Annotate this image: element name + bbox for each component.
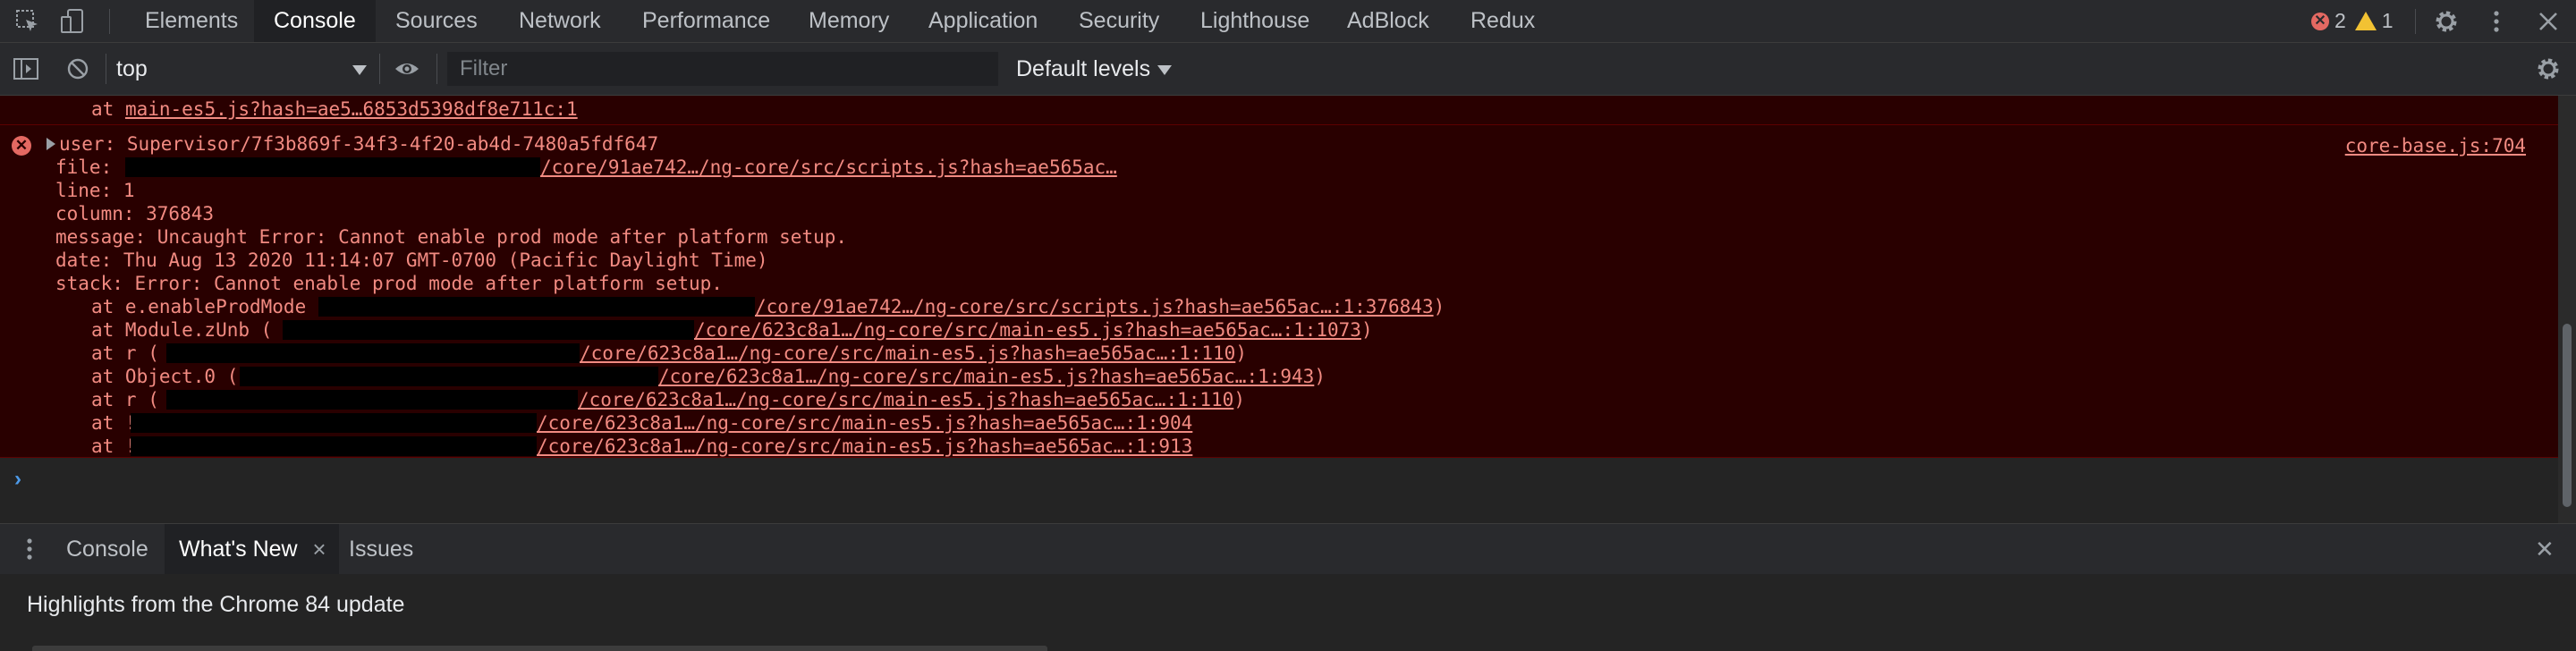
stack-frame: at Module.zUnb (	[91, 318, 272, 342]
file-label: file:	[55, 156, 113, 178]
error-header[interactable]: user: Supervisor/7f3b869f-34f3-4f20-ab4d…	[59, 132, 658, 156]
stack-frame-prefix: at e.enableProdMode	[91, 296, 307, 317]
console-messages[interactable]: at main-es5.js?hash=ae5…6853d5398df8e711…	[0, 96, 2576, 523]
redacted-text	[283, 320, 694, 340]
stack-frame: at r (	[91, 342, 159, 365]
error-line-number: line: 1	[55, 180, 135, 201]
toolbar-divider	[436, 54, 437, 84]
chevron-down-icon	[1157, 64, 1173, 75]
settings-gear-icon[interactable]	[2433, 8, 2460, 35]
context-select[interactable]: top	[116, 53, 367, 85]
whats-new-card-edge	[32, 646, 1047, 651]
issue-counters[interactable]: ✕ 2 1	[2311, 0, 2402, 42]
close-drawer-icon[interactable]: ✕	[2535, 524, 2555, 574]
redacted-text	[318, 297, 755, 317]
toolbar-divider	[109, 9, 110, 34]
stack-frame-prefix: at r (	[91, 389, 159, 410]
stack-frame: at main-es5.js?hash=ae5…6853d5398df8e711…	[91, 97, 578, 121]
warning-count: 1	[2381, 9, 2394, 32]
error-message-text: message: Uncaught Error: Cannot enable p…	[55, 226, 848, 248]
drawer-menu-icon[interactable]	[16, 536, 43, 562]
tab-elements[interactable]: Elements	[125, 0, 258, 42]
devtools-tab-bar: Elements Console Sources Network Perform…	[0, 0, 2576, 43]
console-prompt-chevron-icon[interactable]: ›	[14, 467, 21, 492]
whats-new-panel: Highlights from the Chrome 84 update	[0, 574, 2576, 651]
whats-new-heading: Highlights from the Chrome 84 update	[27, 592, 405, 617]
stack-frame-prefix: at Module.zUnb (	[91, 319, 273, 341]
tab-adblock[interactable]: AdBlock	[1327, 0, 1449, 42]
console-toolbar: top Default levels	[0, 43, 2576, 96]
redacted-text	[131, 436, 537, 456]
live-expression-eye-icon[interactable]	[394, 55, 420, 82]
more-options-icon[interactable]	[2483, 8, 2510, 35]
toolbar-divider	[379, 54, 380, 84]
stack-frame: at !	[91, 435, 137, 458]
source-link[interactable]: main-es5.js?hash=ae5…6853d5398df8e711c:1	[125, 98, 578, 120]
stack-frame-link[interactable]: /core/623c8a1…/ng-core/src/main-es5.js?h…	[537, 411, 1192, 435]
stack-frame-prefix: at Object.0 (	[91, 366, 239, 387]
expand-triangle-icon[interactable]	[47, 138, 55, 150]
stack-frame: at Object.0 (	[91, 365, 238, 388]
tab-performance[interactable]: Performance	[623, 0, 790, 42]
error-icon: ✕	[12, 136, 31, 156]
stack-frame: at e.enableProdMode	[91, 295, 306, 318]
tab-redux[interactable]: Redux	[1451, 0, 1555, 42]
stack-frame-link[interactable]: /core/623c8a1…/ng-core/src/main-es5.js?h…	[694, 318, 1373, 342]
clear-console-icon[interactable]	[64, 55, 91, 82]
log-levels-dropdown[interactable]: Default levels	[1016, 43, 1173, 95]
device-toolbar-icon[interactable]	[59, 8, 86, 35]
error-icon: ✕	[2311, 12, 2329, 30]
toolbar-divider	[2415, 9, 2416, 34]
file-link[interactable]: /core/91ae742…/ng-core/src/scripts.js?ha…	[540, 156, 1117, 179]
stack-frame-prefix: at r (	[91, 342, 159, 364]
scrollbar-thumb[interactable]	[2563, 324, 2572, 507]
filter-input[interactable]	[447, 52, 998, 86]
error-count: 2	[2334, 9, 2346, 32]
warning-icon	[2354, 12, 2377, 30]
tab-network[interactable]: Network	[499, 0, 621, 42]
stack-frame-link[interactable]: /core/623c8a1…/ng-core/src/main-es5.js?h…	[658, 365, 1326, 388]
chevron-down-icon	[352, 65, 367, 75]
sidebar-toggle-icon[interactable]	[13, 55, 39, 82]
stack-frame: at !	[91, 411, 137, 435]
redacted-text	[166, 390, 578, 410]
drawer-tab-whats-new[interactable]: What's New ×	[165, 524, 339, 574]
console-scrollbar[interactable]	[2558, 96, 2576, 523]
error-stack-label: stack: Error: Cannot enable prod mode af…	[55, 273, 723, 294]
tab-memory[interactable]: Memory	[789, 0, 909, 42]
drawer-tab-console[interactable]: Console	[52, 524, 163, 574]
close-tab-icon[interactable]: ×	[312, 524, 326, 574]
error-column-number: column: 376843	[55, 203, 215, 224]
stack-frame-link[interactable]: /core/623c8a1…/ng-core/src/main-es5.js?h…	[578, 388, 1245, 411]
error-source-link[interactable]: core-base.js:704	[2345, 134, 2526, 157]
redacted-text	[125, 157, 540, 177]
stack-frame-link[interactable]: /core/91ae742…/ng-core/src/scripts.js?ha…	[755, 295, 1445, 318]
error-message: ✕ user: Supervisor/7f3b869f-34f3-4f20-ab…	[0, 125, 2558, 458]
error-date: date: Thu Aug 13 2020 11:14:07 GMT-0700 …	[55, 249, 768, 271]
drawer-tab-issues[interactable]: Issues	[335, 524, 428, 574]
tab-sources[interactable]: Sources	[376, 0, 497, 42]
stack-frame-prefix: at !	[91, 412, 137, 434]
tab-security[interactable]: Security	[1059, 0, 1179, 42]
console-settings-gear-icon[interactable]	[2535, 55, 2562, 82]
context-select-value: top	[116, 56, 148, 81]
redacted-text	[166, 343, 580, 363]
stack-frame-prefix: at	[91, 98, 125, 120]
tab-console[interactable]: Console	[254, 0, 376, 42]
inspect-element-icon[interactable]	[14, 8, 41, 35]
tab-application[interactable]: Application	[909, 0, 1057, 42]
drawer-tab-bar: Console What's New × Issues ✕	[0, 523, 2576, 575]
error-file-line: file:	[55, 156, 112, 179]
redacted-text	[131, 413, 537, 433]
close-devtools-icon[interactable]	[2535, 8, 2562, 35]
redacted-text	[240, 367, 658, 386]
log-levels-label: Default levels	[1016, 56, 1151, 81]
stack-frame-prefix: at !	[91, 435, 137, 457]
stack-frame: at r (	[91, 388, 159, 411]
drawer-tab-label: What's New	[179, 537, 298, 562]
tab-lighthouse[interactable]: Lighthouse	[1181, 0, 1329, 42]
stack-frame-link[interactable]: /core/623c8a1…/ng-core/src/main-es5.js?h…	[537, 435, 1192, 458]
stack-frame-link[interactable]: /core/623c8a1…/ng-core/src/main-es5.js?h…	[580, 342, 1247, 365]
previous-log-message: at main-es5.js?hash=ae5…6853d5398df8e711…	[0, 96, 2558, 125]
